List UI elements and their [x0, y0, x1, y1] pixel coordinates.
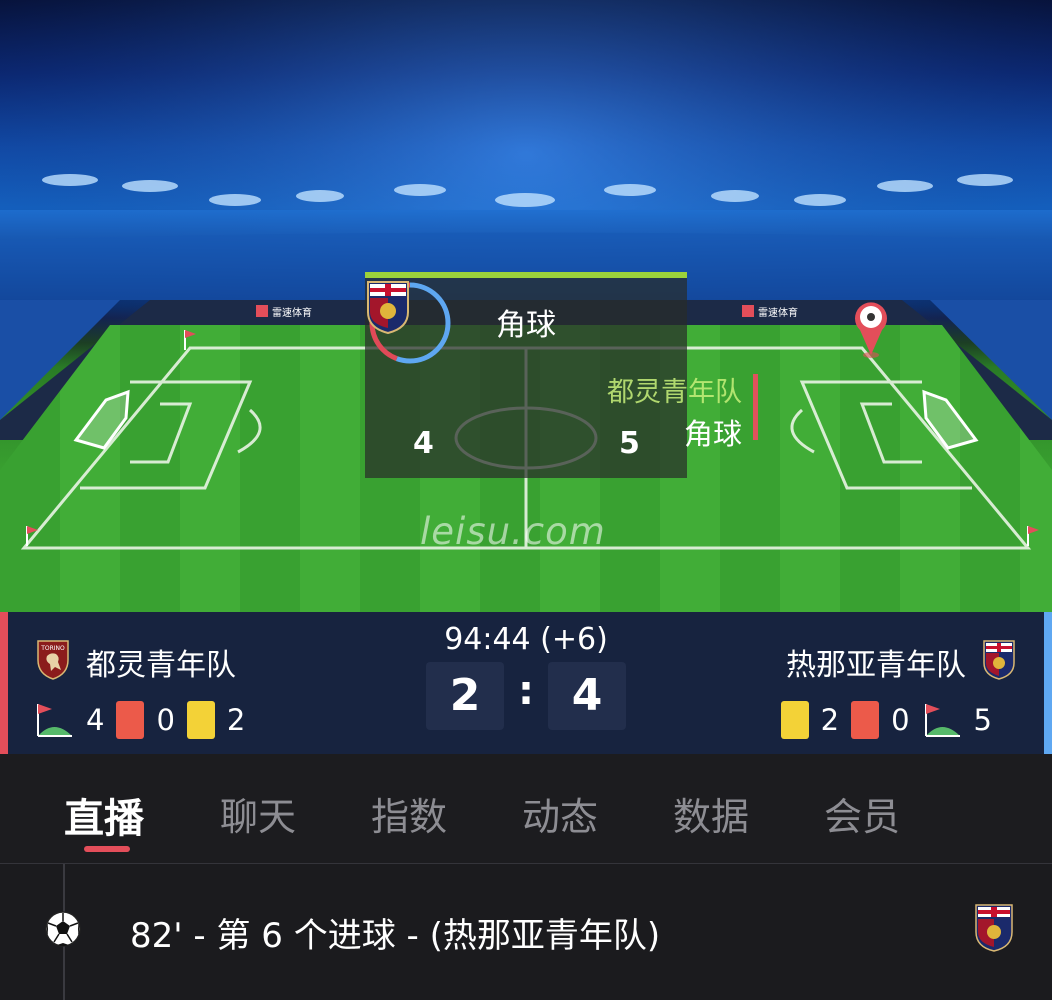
ad-logo-icon — [742, 305, 754, 317]
corner-kick-icon — [924, 704, 960, 737]
tab-odds[interactable]: 指数 — [371, 786, 447, 841]
match-animation-panel: 雷速体育 雷速体育 角球 4 5 都灵青年队 角球 leisu.com — [0, 0, 1052, 612]
home-yellow-cards: 2 — [226, 703, 246, 737]
away-yellow-cards: 2 — [820, 703, 840, 737]
home-stats: 4 0 2 — [34, 700, 257, 740]
away-stats: 2 0 5 — [780, 700, 1004, 740]
ad-logo-icon — [256, 305, 268, 317]
tab-stats[interactable]: 数据 — [673, 786, 749, 841]
ad-board-text: 雷速体育 — [272, 306, 312, 319]
red-card-icon — [851, 701, 880, 739]
score-separator: : — [518, 668, 534, 714]
ticker-home-accent — [753, 374, 758, 440]
overlay-home-corners: 4 — [413, 426, 434, 461]
genoa-badge-icon — [975, 904, 1013, 952]
home-red-cards: 0 — [156, 703, 175, 737]
ticker-team: 都灵青年队 — [607, 377, 742, 408]
red-card-icon — [116, 701, 145, 739]
active-tab-indicator — [84, 846, 130, 852]
genoa-badge-icon — [367, 281, 409, 334]
ticker-event: 角球 — [683, 417, 742, 451]
away-red-cards: 0 — [891, 703, 910, 737]
soccer-ball-icon — [45, 911, 81, 947]
away-score: 4 — [548, 662, 626, 730]
tab-live[interactable]: 直播 — [64, 786, 144, 844]
home-corners: 4 — [86, 703, 105, 737]
event-ticker: 都灵青年队 角球 — [604, 370, 742, 453]
tab-bar: 直播 聊天 指数 动态 数据 会员 — [0, 754, 1052, 864]
watermark: leisu.com — [420, 510, 606, 553]
home-score: 2 — [426, 662, 504, 730]
tab-chat[interactable]: 聊天 — [220, 786, 296, 841]
ad-board-text: 雷速体育 — [758, 306, 798, 319]
match-clock: 94:44 (+6) — [444, 622, 608, 657]
scoreboard: TORINO 都灵青年队 热那亚青年队 4 0 2 2 0 5 94:44 (+… — [0, 612, 1052, 754]
away-corners: 5 — [973, 703, 992, 737]
tab-membership[interactable]: 会员 — [824, 786, 900, 841]
feed-event-text: 82' - 第 6 个进球 - (热那亚青年队) — [130, 916, 661, 956]
tab-timeline[interactable]: 动态 — [522, 786, 598, 841]
live-feed: 82' - 第 6 个进球 - (热那亚青年队) — [0, 864, 1052, 1000]
yellow-card-icon — [186, 701, 215, 739]
corner-kick-icon — [37, 704, 72, 737]
yellow-card-icon — [780, 701, 809, 739]
